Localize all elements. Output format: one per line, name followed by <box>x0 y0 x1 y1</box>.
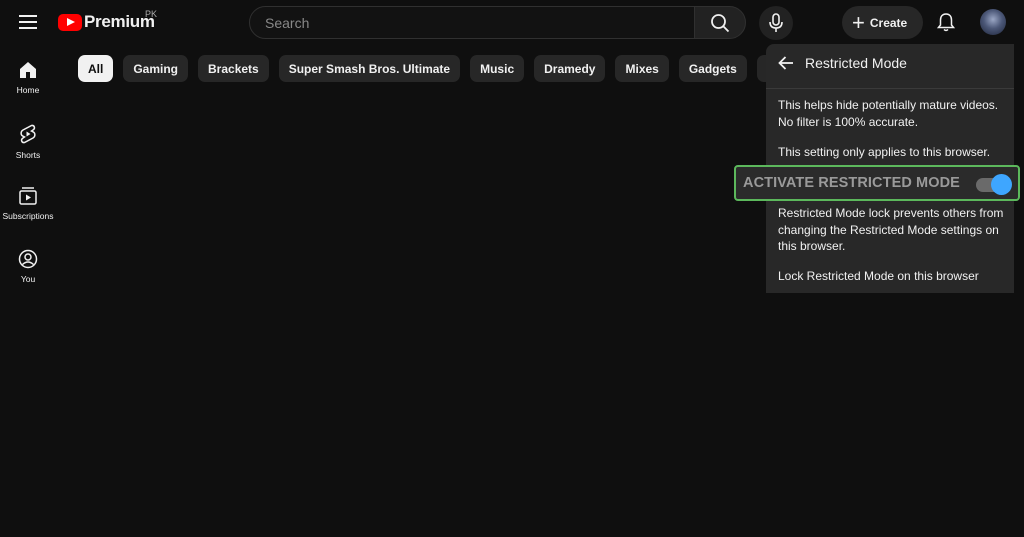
chip-super-smash-bros[interactable]: Super Smash Bros. Ultimate <box>278 55 461 82</box>
sidebar-item-label: Subscriptions <box>2 211 54 221</box>
chip-brackets[interactable]: Brackets <box>198 55 269 82</box>
create-button[interactable]: + Create <box>842 6 923 39</box>
activate-restricted-mode-label: ACTIVATE RESTRICTED MODE <box>743 175 960 191</box>
bell-icon <box>937 13 955 32</box>
panel-header: Restricted Mode <box>766 44 1014 82</box>
sidebar-item-you[interactable]: You <box>0 239 56 295</box>
voice-search-button[interactable] <box>759 6 793 40</box>
chip-mixes[interactable]: Mixes <box>615 55 669 82</box>
lock-info-line-3: this browser. <box>778 239 846 253</box>
menu-icon[interactable] <box>14 8 42 36</box>
you-icon <box>18 249 38 269</box>
description-line-1: This helps hide potentially mature video… <box>778 98 999 112</box>
chip-gadgets[interactable]: Gadgets <box>678 55 747 82</box>
sidebar-item-label: Shorts <box>15 150 41 160</box>
top-bar: Premium PK + Create <box>0 0 1024 44</box>
toggle-knob <box>991 174 1012 195</box>
search-box <box>249 6 695 39</box>
divider <box>766 88 1014 89</box>
sidebar-item-home[interactable]: Home <box>0 50 56 106</box>
lock-info-line-1: Restricted Mode lock prevents others fro… <box>778 206 1004 220</box>
chip-gaming[interactable]: Gaming <box>123 55 189 82</box>
description-line-2: No filter is 100% accurate. <box>778 114 919 129</box>
browser-note: This setting only applies to this browse… <box>778 144 991 159</box>
youtube-play-icon <box>58 13 82 31</box>
search-button[interactable] <box>694 6 746 39</box>
home-icon <box>20 62 36 78</box>
sidebar-item-shorts[interactable]: Shorts <box>0 113 56 169</box>
filter-chips-bar: All Gaming Brackets Super Smash Bros. Ul… <box>78 55 814 83</box>
notifications-button[interactable] <box>932 8 960 36</box>
search-input[interactable] <box>263 13 694 32</box>
chip-dramedy[interactable]: Dramedy <box>534 55 606 82</box>
restricted-mode-toggle[interactable] <box>976 174 1012 195</box>
chip-music[interactable]: Music <box>470 55 525 82</box>
chip-all[interactable]: All <box>78 55 114 82</box>
sidebar-item-label: You <box>20 274 36 284</box>
subscriptions-icon <box>19 187 37 205</box>
microphone-icon <box>769 13 783 32</box>
country-code: PK <box>145 9 158 19</box>
youtube-premium-logo[interactable]: Premium <box>58 10 155 34</box>
lock-info-line-2: changing the Restricted Mode settings on <box>778 222 999 237</box>
shorts-icon <box>20 124 36 144</box>
plus-icon: + <box>852 9 865 35</box>
search-icon <box>711 13 730 32</box>
sidebar-item-subscriptions[interactable]: Subscriptions <box>0 176 56 232</box>
panel-title: Restricted Mode <box>805 55 907 71</box>
activate-restricted-mode-row[interactable]: ACTIVATE RESTRICTED MODE <box>734 165 1020 201</box>
avatar[interactable] <box>980 9 1006 35</box>
create-label: Create <box>869 15 908 30</box>
lock-restricted-mode-link[interactable]: Lock Restricted Mode on this browser <box>778 268 1006 285</box>
sidebar-item-label: Home <box>16 85 40 95</box>
back-arrow-icon[interactable] <box>776 53 796 73</box>
